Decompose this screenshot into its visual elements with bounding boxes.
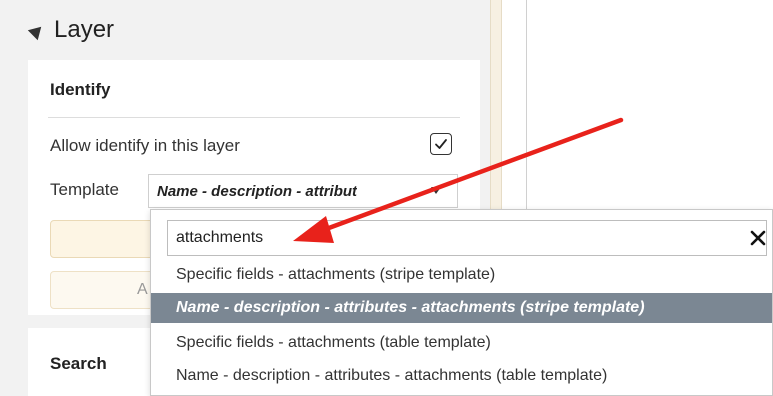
- allow-identify-label: Allow identify in this layer: [50, 136, 240, 155]
- template-selected-value: Name - description - attribut: [157, 182, 358, 200]
- close-icon[interactable]: [746, 225, 770, 251]
- dropdown-search-input[interactable]: [176, 221, 736, 255]
- button-label-fragment: A: [137, 281, 148, 298]
- search-title: Search: [50, 354, 107, 373]
- dropdown-option[interactable]: Specific fields - attachments (table tem…: [151, 328, 772, 358]
- dropdown-option[interactable]: Specific fields - attachments (stripe te…: [151, 260, 772, 290]
- identify-secondary-button[interactable]: A: [50, 271, 160, 309]
- template-dropdown: Specific fields - attachments (stripe te…: [150, 209, 773, 396]
- layer-section-header[interactable]: Layer: [27, 16, 115, 44]
- template-label: Template: [50, 180, 119, 199]
- allow-identify-checkbox[interactable]: [430, 133, 452, 155]
- caret-down-icon: [431, 187, 441, 194]
- template-select[interactable]: Name - description - attribut: [148, 174, 458, 208]
- identify-action-button[interactable]: [50, 220, 160, 258]
- dropdown-search-box[interactable]: [167, 220, 767, 256]
- collapse-triangle-icon[interactable]: [27, 21, 47, 41]
- checkmark-icon: [435, 139, 447, 149]
- dropdown-option-selected[interactable]: Name - description - attributes - attach…: [151, 293, 772, 323]
- layer-title: Layer: [54, 16, 115, 43]
- dropdown-option[interactable]: Name - description - attributes - attach…: [151, 361, 772, 391]
- identify-title: Identify: [50, 80, 111, 99]
- card-divider: [48, 117, 460, 118]
